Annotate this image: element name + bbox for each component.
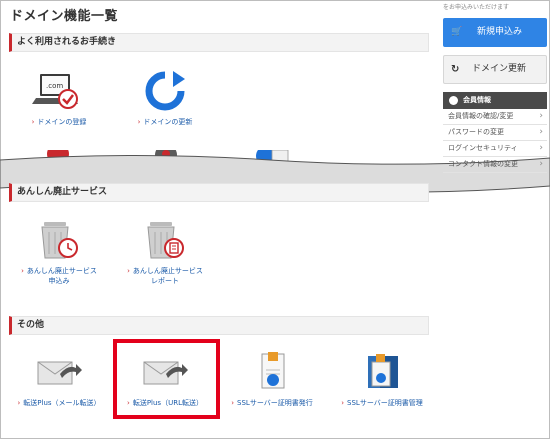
domain-renew-button-label: ドメイン更新 (472, 64, 527, 74)
account-header: 会員情報 (443, 92, 547, 109)
ssl-manage-link[interactable]: › SSLサーバー証明書管理 (330, 350, 434, 408)
domain-register-icon: .com (7, 69, 111, 113)
sidebar: をお申込みいただけます 🛒 新規申込み ↻ ドメイン更新 会員情報 会員情報の確… (437, 0, 550, 173)
anshin-report-label-1: あんしん廃止サービス (132, 267, 203, 275)
account-item-login-security[interactable]: ログインセキュリティ › (443, 141, 547, 157)
ssl-issue-link[interactable]: › SSLサーバー証明書発行 (220, 350, 324, 408)
sidebar-note: をお申込みいただけます (443, 4, 510, 11)
anshin-apply-label-2: 申込み (48, 277, 70, 285)
account-header-label: 会員情報 (463, 96, 491, 104)
mail-forward-icon (7, 350, 111, 394)
chevron-right-icon: › (539, 159, 543, 169)
domain-register-label: ドメインの登録 (37, 118, 87, 126)
new-application-button[interactable]: 🛒 新規申込み (443, 18, 547, 47)
person-icon (449, 96, 458, 105)
new-application-label: 新規申込み (477, 27, 523, 37)
account-menu: 会員情報の確認/変更 › パスワードの変更 › ログインセキュリティ › コンタクト情… (443, 109, 547, 173)
forward-mail-label: 転送Plus（メール転送） (23, 399, 101, 407)
svg-text:.com: .com (46, 82, 63, 90)
ssl-certificate-icon (220, 350, 324, 394)
domain-renew-link[interactable]: › ドメインの更新 (113, 69, 217, 127)
account-item-contact[interactable]: コンタクト情報の変更 › (443, 157, 547, 173)
domain-renew-label: ドメインの更新 (143, 118, 193, 126)
refresh-icon: ↻ (451, 64, 460, 75)
trash-report-icon (113, 218, 217, 262)
section-header-other: その他 (9, 316, 429, 335)
domain-register-link[interactable]: .com › ドメインの登録 (7, 69, 111, 127)
section-header-anshin: あんしん廃止サービス (9, 183, 429, 202)
anshin-report-label-2: レポート (151, 277, 179, 285)
ssl-management-icon (330, 350, 434, 394)
anshin-apply-link[interactable]: › あんしん廃止サービス 申込み (7, 218, 111, 286)
section-header-frequent: よく利用されるお手続き (9, 33, 429, 52)
anshin-apply-label-1: あんしん廃止サービス (26, 267, 97, 275)
ssl-issue-label: SSLサーバー証明書発行 (237, 399, 313, 407)
account-item-profile[interactable]: 会員情報の確認/変更 › (443, 109, 547, 125)
domain-renew-icon (113, 69, 217, 113)
chevron-right-icon: › (539, 111, 543, 121)
chevron-right-icon: › (539, 127, 543, 137)
forward-mail-link[interactable]: › 転送Plus（メール転送） (7, 350, 111, 408)
highlight-box (113, 339, 220, 419)
account-item-password[interactable]: パスワードの変更 › (443, 125, 547, 141)
anshin-report-link[interactable]: › あんしん廃止サービス レポート (113, 218, 217, 286)
chevron-right-icon: › (539, 143, 543, 153)
domain-renew-button[interactable]: ↻ ドメイン更新 (443, 55, 547, 84)
cart-icon: 🛒 (451, 27, 463, 37)
ssl-manage-label: SSLサーバー証明書管理 (347, 399, 423, 407)
page-title: ドメイン機能一覧 (10, 9, 119, 24)
trash-clock-icon (7, 218, 111, 262)
